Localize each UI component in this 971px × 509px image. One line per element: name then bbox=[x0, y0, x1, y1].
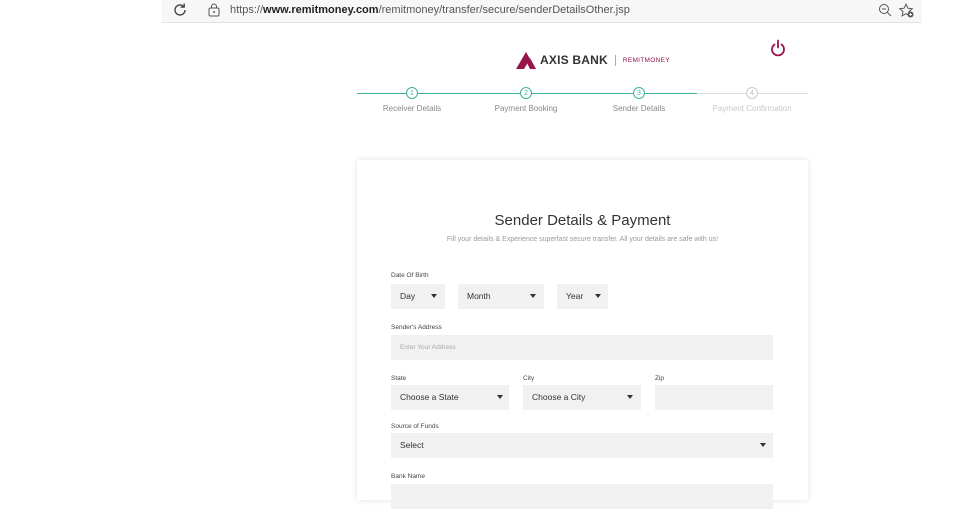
city-value: Choose a City bbox=[532, 392, 586, 402]
city-label: City bbox=[523, 375, 535, 382]
chevron-down-icon bbox=[595, 294, 601, 298]
dob-day-value: Day bbox=[400, 291, 416, 301]
axis-bank-logo[interactable]: AXIS BANK REMITMONEY bbox=[516, 50, 670, 70]
state-value: Choose a State bbox=[400, 392, 459, 402]
product-name: REMITMONEY bbox=[622, 56, 670, 64]
bank-name-label: Bank Name bbox=[391, 473, 425, 480]
state-label: State bbox=[391, 375, 407, 382]
step-2-circle: 2 bbox=[520, 87, 532, 99]
form-subtitle: Fill your details & Experience superfast… bbox=[446, 236, 719, 243]
favorite-star-icon[interactable] bbox=[898, 3, 914, 18]
step-4-circle: 4 bbox=[746, 87, 758, 99]
chevron-down-icon bbox=[627, 395, 633, 399]
url-domain: www.remitmoney.com bbox=[263, 4, 379, 16]
step-3-label: Sender Details bbox=[612, 104, 666, 113]
form-title: Sender Details & Payment bbox=[494, 212, 671, 229]
axis-logo-mark-icon bbox=[516, 51, 536, 69]
dob-day-select[interactable]: Day bbox=[391, 284, 445, 309]
state-select[interactable]: Choose a State bbox=[391, 385, 509, 410]
dob-month-select[interactable]: Month bbox=[458, 284, 544, 309]
address-placeholder: Enter Your Address bbox=[400, 344, 456, 351]
bank-name: AXIS BANK bbox=[540, 53, 608, 67]
step-1-circle: 1 bbox=[406, 87, 418, 99]
zip-label: Zip bbox=[655, 375, 665, 382]
dob-year-value: Year bbox=[566, 291, 584, 301]
source-of-funds-select[interactable]: Select bbox=[391, 433, 773, 458]
chevron-down-icon bbox=[530, 294, 536, 298]
sender-details-card: Sender Details & Payment Fill your detai… bbox=[357, 160, 808, 509]
step-4-label: Payment Confirmation bbox=[712, 104, 792, 113]
logo-divider bbox=[614, 54, 616, 66]
reload-icon[interactable] bbox=[172, 2, 188, 18]
step-3-circle: 3 bbox=[633, 87, 645, 99]
chevron-down-icon bbox=[760, 443, 766, 447]
zip-input[interactable] bbox=[655, 385, 773, 410]
dob-year-select[interactable]: Year bbox=[557, 284, 608, 309]
source-of-funds-value: Select bbox=[400, 440, 424, 450]
dob-label: Date Of Birth bbox=[391, 272, 429, 279]
address-label: Sender's Address bbox=[391, 324, 442, 331]
url-field[interactable]: https://www.remitmoney.com/remitmoney/tr… bbox=[230, 4, 630, 16]
step-2-label: Payment Booking bbox=[494, 104, 558, 113]
url-prefix: https:// bbox=[230, 4, 264, 16]
browser-address-bar: https://www.remitmoney.com/remitmoney/tr… bbox=[162, 0, 922, 23]
bank-name-input[interactable] bbox=[391, 484, 773, 509]
dob-month-value: Month bbox=[467, 291, 491, 301]
chevron-down-icon bbox=[497, 395, 503, 399]
address-input[interactable]: Enter Your Address bbox=[391, 335, 773, 360]
step-1-label: Receiver Details bbox=[382, 104, 442, 113]
site-info-icon[interactable] bbox=[208, 3, 220, 17]
zoom-out-icon[interactable] bbox=[878, 3, 892, 17]
source-of-funds-label: Source of Funds bbox=[391, 423, 439, 430]
city-select[interactable]: Choose a City bbox=[523, 385, 641, 410]
url-path: /remitmoney/transfer/secure/senderDetail… bbox=[378, 4, 630, 16]
logout-power-icon[interactable] bbox=[770, 39, 786, 57]
chevron-down-icon bbox=[431, 294, 437, 298]
